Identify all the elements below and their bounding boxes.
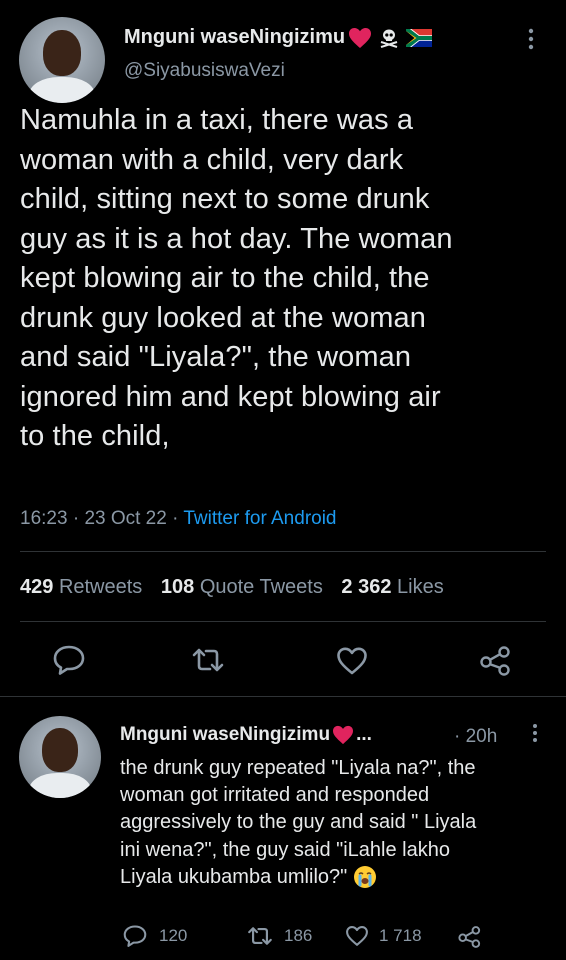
tweet-text: Namuhla in a taxi, there was a woman wit…	[20, 101, 560, 457]
author-handle[interactable]: @SiyabusiswaVezi	[124, 60, 285, 82]
reply-time[interactable]: · 20h	[454, 726, 497, 748]
reply-more-options-icon[interactable]	[532, 723, 538, 743]
reply-icon	[123, 925, 147, 947]
like-heart-icon	[345, 925, 369, 947]
reply-text-line: aggressively to the guy and said " Liyal…	[120, 811, 477, 834]
likes-stat[interactable]: 2 362 Likes	[341, 576, 443, 598]
reply-text-line: the drunk guy repeated "Liyala na?", the	[120, 757, 476, 779]
tweet-meta: 16:23 · 23 Oct 22 · Twitter for Android	[20, 508, 337, 530]
author-avatar[interactable]	[19, 17, 105, 103]
reply-author-avatar[interactable]	[19, 716, 101, 798]
retweet-icon[interactable]	[190, 647, 226, 673]
tweet-text-line: woman with a child, very dark	[20, 143, 404, 176]
tweet-text-line: guy as it is a hot day. The woman	[20, 222, 453, 255]
tweet-date[interactable]: 23 Oct 22	[84, 508, 166, 529]
tweet-text-line: kept blowing air to the child, the	[20, 262, 430, 294]
loudly-crying-face-icon	[353, 865, 377, 889]
red-heart-icon	[348, 27, 372, 49]
reply-retweets-count: 186	[284, 926, 313, 945]
meta-separator: ·	[172, 508, 179, 529]
share-icon[interactable]	[479, 646, 513, 676]
reply-text-line: woman got irritated and responded	[120, 784, 430, 807]
south-africa-flag-icon	[406, 28, 433, 47]
likes-count: 2 362	[341, 576, 392, 598]
quote-tweets-stat[interactable]: 108 Quote Tweets	[161, 576, 329, 598]
tweet-source-link[interactable]: Twitter for Android	[183, 508, 336, 529]
quote-tweets-count: 108	[160, 576, 195, 598]
retweets-label: Retweets	[58, 576, 143, 598]
reply-replies-count: 120	[159, 926, 188, 945]
tweet-text-line: child, sitting next to some drunk	[20, 183, 430, 215]
author-name[interactable]: Mnguni waseNingizimu	[124, 26, 345, 49]
retweets-count: 429	[20, 576, 54, 598]
likes-label: Likes	[397, 576, 444, 598]
tweet-text-line: and said "Liyala?", the woman	[20, 341, 412, 373]
skull-and-crossbones-icon	[379, 28, 399, 48]
reply-text-last-line: Liyala ukubamba umlilo?"	[120, 865, 348, 888]
retweet-icon	[246, 926, 274, 946]
reply-action-retweet[interactable]: 186	[246, 926, 312, 946]
tweet-time[interactable]: 16:23	[20, 508, 68, 529]
reply-action-reply[interactable]: 120	[123, 925, 187, 947]
reply-author-name-row[interactable]: Mnguni waseNingizimu ...	[120, 724, 372, 746]
reply-name-ellipsis: ...	[356, 724, 372, 745]
meta-separator: ·	[72, 508, 80, 529]
tweet-stats: 429 Retweets 108 Quote Tweets 2 362 Like…	[20, 576, 444, 599]
reply-share-icon[interactable]	[457, 926, 483, 948]
tweet-text-line: Namuhla in a taxi, there was a	[20, 104, 414, 136]
tweet-text-line: ignored him and kept blowing air	[20, 380, 441, 413]
reply-icon[interactable]	[53, 645, 85, 675]
tweet-text-line: drunk guy looked at the woman	[20, 301, 426, 334]
divider	[20, 621, 546, 622]
divider	[0, 696, 566, 697]
reply-action-like[interactable]: 1 718	[345, 925, 422, 947]
reply-author-name[interactable]: Mnguni waseNingizimu	[120, 724, 330, 746]
reply-text-line: ini wena?", the guy said "iLahle lakho	[120, 838, 450, 861]
quote-tweets-label: Quote Tweets	[199, 576, 323, 598]
reply-likes-count: 1 718	[379, 926, 422, 945]
reply-text-line: Liyala ukubamba umlilo?"	[120, 864, 560, 891]
author-name-row[interactable]: Mnguni waseNingizimu	[124, 26, 433, 49]
tweet-text-line: to the child,	[20, 420, 170, 452]
reply-text: the drunk guy repeated "Liyala na?", the…	[120, 755, 560, 891]
more-options-icon[interactable]	[527, 28, 535, 50]
retweets-stat[interactable]: 429 Retweets	[20, 576, 148, 598]
red-heart-icon	[332, 725, 354, 745]
divider	[20, 551, 546, 552]
like-heart-icon[interactable]	[336, 646, 368, 676]
